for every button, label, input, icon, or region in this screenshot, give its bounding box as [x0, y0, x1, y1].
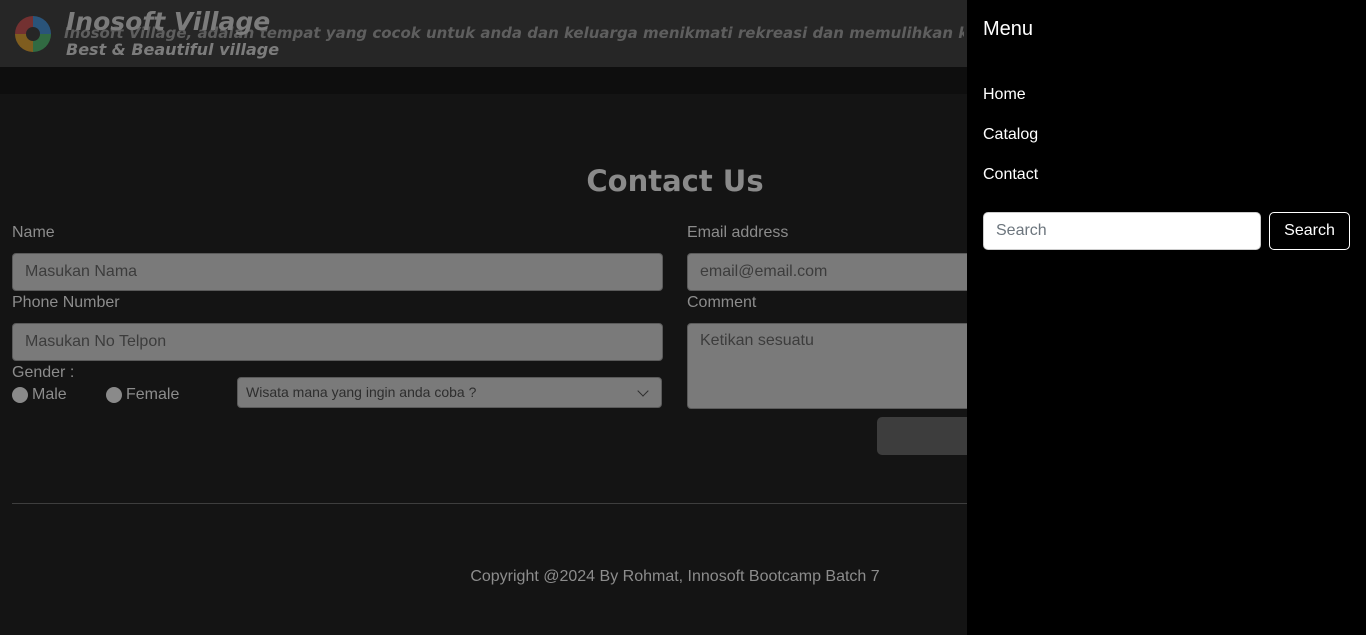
name-label: Name: [12, 224, 55, 241]
menu-item-home[interactable]: Home: [983, 86, 1026, 104]
chevron-down-icon: [637, 385, 649, 397]
name-input[interactable]: [12, 253, 663, 291]
gender-radio-female[interactable]: Female: [106, 386, 179, 404]
select-value: Wisata mana yang ingin anda coba ?: [246, 384, 477, 400]
radio-label-female: Female: [126, 386, 180, 403]
radio-button[interactable]: [106, 387, 122, 403]
radio-button[interactable]: [12, 387, 28, 403]
email-label: Email address: [687, 224, 789, 241]
search-input[interactable]: [983, 212, 1261, 250]
radio-label-male: Male: [32, 386, 67, 403]
village-logo-icon[interactable]: [15, 16, 51, 52]
brand-subtitle: Best & Beautiful village: [66, 40, 280, 59]
phone-label: Phone Number: [12, 294, 120, 311]
offcanvas-menu: Menu Home Catalog Contact Search: [967, 0, 1366, 635]
search-button[interactable]: Search: [1269, 212, 1350, 250]
menu-item-catalog[interactable]: Catalog: [983, 126, 1038, 144]
menu-item-contact[interactable]: Contact: [983, 166, 1038, 184]
page: Inosoft Village, adalah tempat yang coco…: [0, 0, 1366, 635]
gender-radio-male[interactable]: Male: [12, 386, 67, 404]
phone-input[interactable]: [12, 323, 663, 361]
destination-select[interactable]: Wisata mana yang ingin anda coba ?: [237, 377, 662, 408]
menu-title: Menu: [983, 18, 1034, 40]
comment-label: Comment: [687, 294, 757, 311]
brand-title[interactable]: Inosoft Village: [66, 7, 270, 36]
gender-label: Gender :: [12, 364, 75, 381]
